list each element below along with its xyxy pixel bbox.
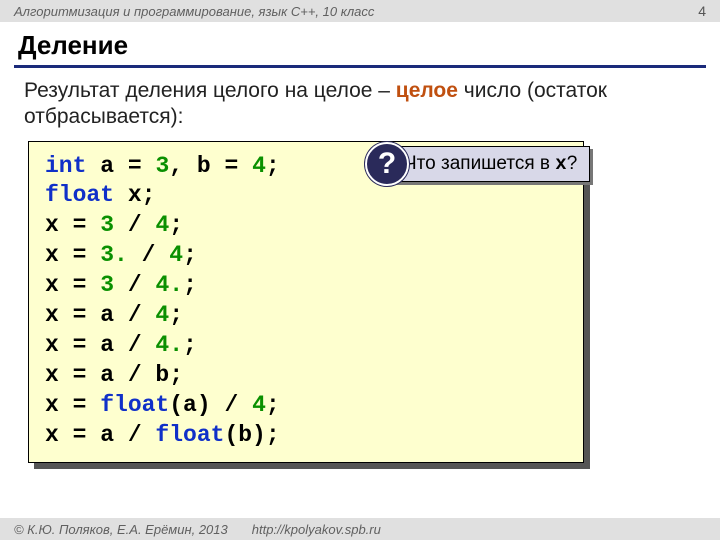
page-title: Деление xyxy=(0,22,720,65)
question-text-post: ? xyxy=(567,153,578,174)
question-var: x xyxy=(555,153,566,175)
page-number: 4 xyxy=(698,3,706,19)
header-strip: Алгоритмизация и программирование, язык … xyxy=(0,0,720,22)
question-box: Что запишется в x? xyxy=(391,146,590,182)
code-box: int a = 3, b = 4; float x; x = 3 / 4; x … xyxy=(28,141,584,464)
code-block: int a = 3, b = 4; float x; x = 3 / 4; x … xyxy=(28,141,584,464)
footer-strip: © К.Ю. Поляков, Е.А. Ерёмин, 2013 http:/… xyxy=(0,518,720,540)
lead-pre: Результат деления целого на целое – xyxy=(24,79,396,102)
course-label: Алгоритмизация и программирование, язык … xyxy=(14,4,374,19)
question-text-pre: Что запишется в xyxy=(404,153,555,174)
title-rule xyxy=(14,65,706,68)
lead-emph: целое xyxy=(396,79,458,102)
question-icon: ? xyxy=(365,142,409,186)
lead-text: Результат деления целого на целое – цело… xyxy=(0,78,720,141)
code-pre: int a = 3, b = 4; float x; x = 3 / 4; x … xyxy=(45,152,567,451)
copyright: © К.Ю. Поляков, Е.А. Ерёмин, 2013 xyxy=(14,522,228,537)
footer-url: http://kpolyakov.spb.ru xyxy=(252,522,381,537)
question-callout: ? Что запишется в x? xyxy=(365,142,590,186)
